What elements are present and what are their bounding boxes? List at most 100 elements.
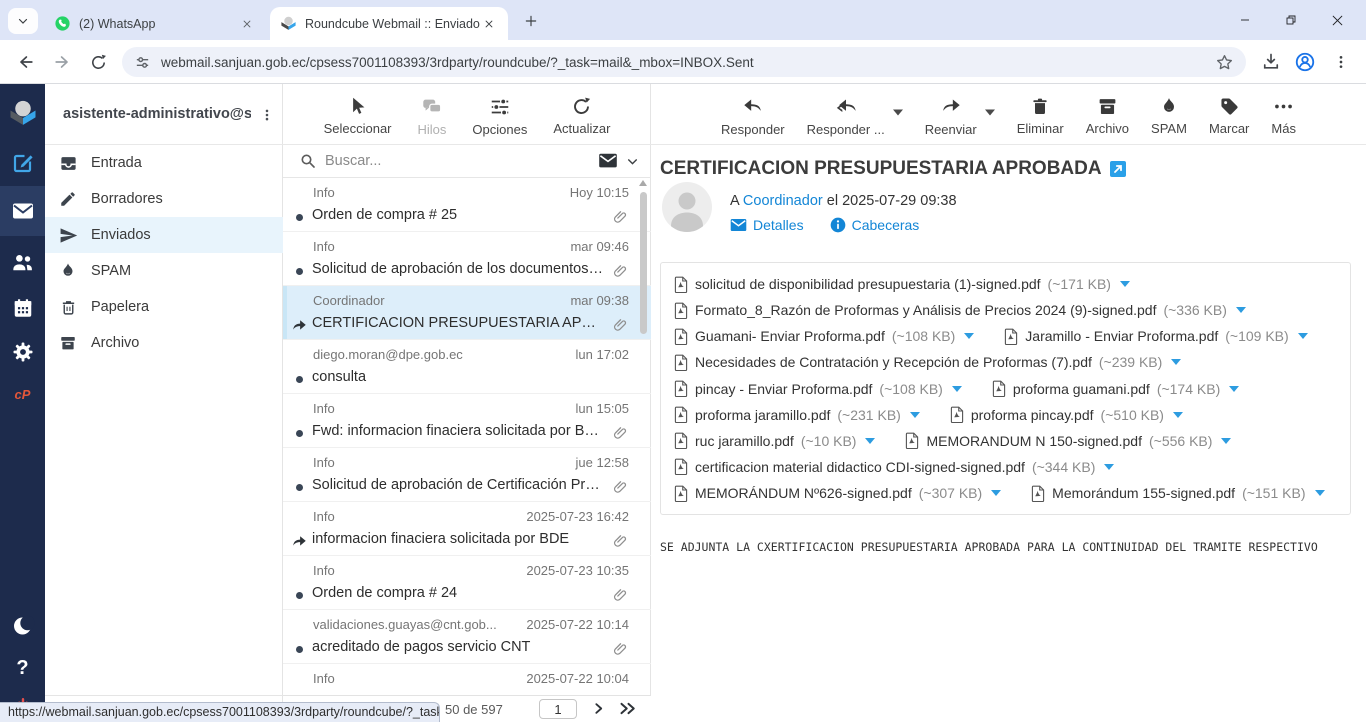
- attachment-menu-caret[interactable]: [1229, 386, 1239, 392]
- help-button[interactable]: ?: [0, 648, 45, 688]
- search-scope-envelope-icon[interactable]: [598, 153, 618, 169]
- attachment-item[interactable]: Formato_8_Razón de Proformas y Análisis …: [674, 302, 1246, 319]
- url-bar[interactable]: webmail.sanjuan.gob.ec/cpsess7001108393/…: [122, 47, 1246, 77]
- attachment-menu-caret[interactable]: [1171, 359, 1181, 365]
- close-button[interactable]: [1314, 0, 1360, 40]
- options-button[interactable]: Opciones: [472, 84, 527, 144]
- restore-button[interactable]: [1268, 0, 1314, 40]
- attachment-item[interactable]: Guamani- Enviar Proforma.pdf(~108 KB): [674, 328, 974, 345]
- search-input[interactable]: [325, 153, 598, 169]
- tab-whatsapp[interactable]: (2) WhatsApp: [44, 7, 266, 40]
- rail-settings-button[interactable]: [0, 330, 45, 374]
- tab-close-icon[interactable]: [238, 15, 256, 33]
- message-row[interactable]: diego.moran@dpe.gob.eclun 17:02 consulta: [283, 340, 651, 394]
- search-options-chevron-icon[interactable]: [626, 155, 639, 168]
- list-scrollbar[interactable]: [637, 180, 649, 695]
- message-row[interactable]: Info2025-07-23 16:42 informacion finacie…: [283, 502, 651, 556]
- reload-button[interactable]: [80, 44, 116, 80]
- folder-entrada[interactable]: Entrada: [45, 145, 283, 181]
- downloads-button[interactable]: [1258, 49, 1284, 75]
- compose-button[interactable]: [0, 142, 45, 184]
- attachment-menu-caret[interactable]: [952, 386, 962, 392]
- forward-button[interactable]: [44, 44, 80, 80]
- scrollbar-thumb[interactable]: [640, 192, 647, 334]
- attachment-menu-caret[interactable]: [865, 438, 875, 444]
- page-number-input[interactable]: [539, 699, 577, 719]
- rail-contacts-button[interactable]: [0, 240, 45, 284]
- attachment-menu-caret[interactable]: [964, 333, 974, 339]
- minimize-button[interactable]: [1222, 0, 1268, 40]
- forward-menu-caret[interactable]: [985, 84, 995, 144]
- folder-papelera[interactable]: Papelera: [45, 289, 283, 325]
- rail-mail-button[interactable]: [0, 186, 45, 236]
- message-row[interactable]: Infolun 15:05 Fwd: informacion finaciera…: [283, 394, 651, 448]
- attachment-item[interactable]: MEMORANDUM N 150-signed.pdf(~556 KB): [905, 432, 1231, 449]
- tab-search-button[interactable]: [8, 8, 38, 34]
- message-row-selected[interactable]: Coordinadormar 09:38 CERTIFICACION PRESU…: [283, 286, 651, 340]
- select-button[interactable]: Seleccionar: [324, 84, 392, 144]
- message-row[interactable]: InfoHoy 10:15 Orden de compra # 25: [283, 178, 651, 232]
- rail-calendar-button[interactable]: [0, 286, 45, 330]
- attachment-item[interactable]: pincay - Enviar Proforma.pdf(~108 KB): [674, 380, 962, 397]
- message-row[interactable]: Infojue 12:58 Solicitud de aprobación de…: [283, 448, 651, 502]
- folder-borradores[interactable]: Borradores: [45, 181, 283, 217]
- message-row[interactable]: Info2025-07-22 10:04: [283, 664, 651, 697]
- attachment-item[interactable]: proforma pincay.pdf(~510 KB): [950, 406, 1183, 423]
- next-page-icon[interactable]: [592, 701, 605, 716]
- attachment-menu-caret[interactable]: [910, 412, 920, 418]
- refresh-button[interactable]: Actualizar: [553, 84, 610, 144]
- attachment-menu-caret[interactable]: [1298, 333, 1308, 339]
- account-menu-icon[interactable]: [257, 104, 277, 126]
- message-row[interactable]: validaciones.guayas@cnt.gob...2025-07-22…: [283, 610, 651, 664]
- back-button[interactable]: [8, 44, 44, 80]
- attachment-menu-caret[interactable]: [1315, 490, 1325, 496]
- attachment-item[interactable]: proforma guamani.pdf(~174 KB): [992, 380, 1239, 397]
- message-row[interactable]: Infomar 09:46 Solicitud de aprobación de…: [283, 232, 651, 286]
- attachment-item[interactable]: Necesidades de Contratación y Recepción …: [674, 354, 1181, 371]
- rail-cpanel-button[interactable]: cP: [0, 376, 45, 412]
- paperclip-icon: [612, 263, 629, 280]
- attachment-menu-caret[interactable]: [1221, 438, 1231, 444]
- reply-all-menu-caret[interactable]: [893, 84, 903, 144]
- folder-spam[interactable]: SPAM: [45, 253, 283, 289]
- attachment-menu-caret[interactable]: [991, 490, 1001, 496]
- new-tab-button[interactable]: [518, 8, 544, 34]
- tab-roundcube[interactable]: Roundcube Webmail :: Enviados: [270, 7, 508, 40]
- mark-button[interactable]: Marcar: [1209, 84, 1249, 144]
- forward-button[interactable]: Reenviar: [925, 84, 977, 144]
- headers-toggle[interactable]: Cabeceras: [830, 217, 920, 233]
- spam-button[interactable]: SPAM: [1151, 84, 1187, 144]
- attachment-item[interactable]: Memorándum 155-signed.pdf(~151 KB): [1031, 485, 1324, 502]
- bookmark-star-icon[interactable]: [1215, 53, 1234, 72]
- reply-button[interactable]: Responder: [721, 84, 785, 144]
- archive-button[interactable]: Archivo: [1086, 84, 1129, 144]
- delete-button[interactable]: Eliminar: [1017, 84, 1064, 144]
- attachment-menu-caret[interactable]: [1173, 412, 1183, 418]
- site-info-icon[interactable]: [134, 54, 151, 71]
- details-toggle[interactable]: Detalles: [730, 217, 804, 233]
- threads-button[interactable]: Hilos: [418, 84, 447, 144]
- attachment-item[interactable]: Jaramillo - Enviar Proforma.pdf(~109 KB): [1004, 328, 1307, 345]
- tab-close-icon[interactable]: [480, 15, 498, 33]
- attachment-menu-caret[interactable]: [1104, 464, 1114, 470]
- more-button[interactable]: Más: [1271, 84, 1296, 144]
- last-page-icon[interactable]: [618, 701, 639, 716]
- open-in-new-window-icon[interactable]: [1110, 161, 1126, 177]
- attachment-item[interactable]: solicitud de disponibilidad presupuestar…: [674, 276, 1130, 293]
- attachment-item[interactable]: ruc jaramillo.pdf(~10 KB): [674, 432, 875, 449]
- recipient-link[interactable]: Coordinador: [743, 193, 823, 209]
- scrollbar-up-arrow[interactable]: [639, 180, 647, 186]
- profile-avatar-icon[interactable]: [1292, 49, 1318, 75]
- attachment-menu-caret[interactable]: [1236, 307, 1246, 313]
- dark-mode-button[interactable]: [0, 604, 45, 648]
- folder-archivo[interactable]: Archivo: [45, 325, 283, 361]
- message-row[interactable]: Info2025-07-23 10:35 Orden de compra # 2…: [283, 556, 651, 610]
- folder-enviados[interactable]: Enviados: [45, 217, 283, 253]
- attachment-item[interactable]: MEMORÁNDUM Nº626-signed.pdf(~307 KB): [674, 485, 1001, 502]
- browser-menu-icon[interactable]: [1328, 49, 1354, 75]
- attachment-item[interactable]: certificacion material didactico CDI-sig…: [674, 458, 1114, 475]
- reply-all-button[interactable]: Responder ...: [807, 84, 885, 144]
- attachment-menu-caret[interactable]: [1120, 281, 1130, 287]
- attachment-item[interactable]: proforma jaramillo.pdf(~231 KB): [674, 406, 920, 423]
- folder-label: Borradores: [91, 191, 163, 207]
